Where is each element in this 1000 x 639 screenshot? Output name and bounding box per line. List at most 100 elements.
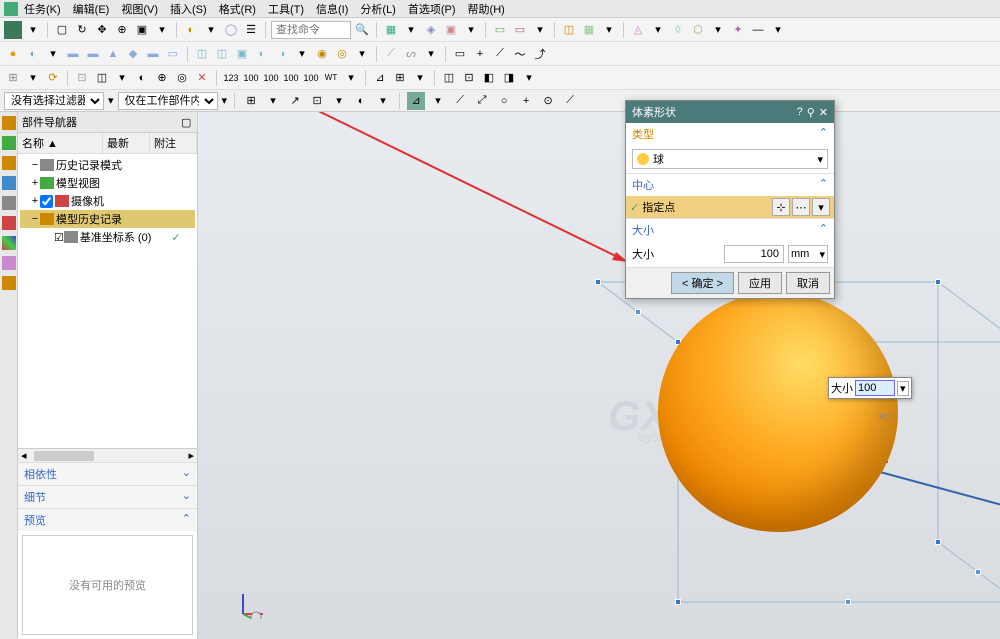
menu-prefs[interactable]: 首选项(P) (402, 1, 462, 17)
block-icon[interactable]: ▬ (64, 45, 82, 63)
menu-insert[interactable]: 插入(S) (164, 1, 213, 17)
tb-icon[interactable]: ⤢ (473, 92, 491, 110)
type-dropdown[interactable]: 球 ▾ (632, 149, 828, 169)
tb-icon[interactable]: ⊿ (407, 92, 425, 110)
tb-icon[interactable]: ◫ (93, 69, 111, 87)
tb-icon[interactable]: ▾ (600, 21, 618, 39)
sphere-icon[interactable]: ● (4, 45, 22, 63)
tree-toggle[interactable]: − (30, 159, 40, 171)
tb-icon[interactable]: ◧ (480, 69, 498, 87)
menu-tools[interactable]: 工具(T) (262, 1, 310, 17)
tb-icon[interactable]: + (471, 45, 489, 63)
tb-icon[interactable]: ▾ (411, 69, 429, 87)
rail-icon[interactable] (2, 216, 16, 230)
scope-dropdown[interactable]: 仅在工作部件内 (118, 92, 218, 110)
cancel-button[interactable]: 取消 (786, 272, 830, 294)
tb-icon[interactable]: ☰ (242, 21, 260, 39)
col-latest[interactable]: 最新 (103, 133, 150, 153)
tb-icon[interactable]: ▬ (144, 45, 162, 63)
tree-toggle[interactable]: + (30, 195, 40, 207)
tb-icon[interactable]: ⊿ (371, 69, 389, 87)
tb-icon[interactable]: ◐ (24, 45, 42, 63)
tb-icon[interactable]: 123 (222, 69, 240, 87)
tb-icon[interactable]: ▾ (264, 92, 282, 110)
tb-icon[interactable]: — (749, 21, 767, 39)
tb-icon[interactable]: WT (322, 69, 340, 87)
sphere-body[interactable] (658, 292, 898, 532)
rail-icon[interactable] (2, 176, 16, 190)
point-dialog-button[interactable]: ⋯ (792, 198, 810, 216)
tb-icon[interactable]: ⊡ (308, 92, 326, 110)
tb-icon[interactable]: ▾ (202, 21, 220, 39)
tb-icon[interactable]: ▾ (531, 21, 549, 39)
bbox-mid-handle[interactable] (635, 309, 641, 315)
tb-icon[interactable]: ◐ (352, 92, 370, 110)
dialog-fix-icon[interactable]: ⚲ (807, 106, 815, 119)
tb-icon[interactable]: ✕ (193, 69, 211, 87)
tb-icon[interactable]: ▾ (709, 21, 727, 39)
tb-icon[interactable]: ◑ (273, 45, 291, 63)
tb-icon[interactable]: ▾ (374, 92, 392, 110)
point-method-button[interactable]: ⊹ (772, 198, 790, 216)
tb-icon[interactable]: ◉ (313, 45, 331, 63)
tree-toggle[interactable]: + (30, 177, 40, 189)
tb-icon[interactable]: ◫ (193, 45, 211, 63)
cylinder-icon[interactable]: ▬ (84, 45, 102, 63)
viewport[interactable]: GX / 网 system.com (198, 112, 1000, 639)
size-input[interactable] (724, 245, 784, 263)
tb-icon[interactable]: ◬ (629, 21, 647, 39)
bbox-handle[interactable] (595, 279, 601, 285)
rail-icon[interactable] (2, 276, 16, 290)
tb-icon[interactable]: ▾ (153, 21, 171, 39)
section-header-size[interactable]: 大小 ⌃ (626, 219, 834, 241)
menu-view[interactable]: 视图(V) (115, 1, 164, 17)
tb-icon[interactable]: ⤴ (531, 45, 549, 63)
tree-item-history-mode[interactable]: − 历史记录模式 (20, 156, 195, 174)
dialog-help-icon[interactable]: ? (797, 106, 803, 119)
scroll-thumb[interactable] (34, 451, 94, 461)
tb-icon[interactable]: ▾ (422, 45, 440, 63)
tb-icon[interactable]: ⟋ (382, 45, 400, 63)
tb-icon[interactable]: ⬡ (689, 21, 707, 39)
tb-icon[interactable]: ▾ (342, 69, 360, 87)
bbox-mid-handle[interactable] (975, 569, 981, 575)
bbox-handle[interactable] (935, 279, 941, 285)
tb-icon[interactable]: ⊞ (4, 69, 22, 87)
cone-icon[interactable]: ▲ (104, 45, 122, 63)
tb-icon[interactable]: ᔕ (402, 45, 420, 63)
tb-icon[interactable]: ▦ (382, 21, 400, 39)
menu-format[interactable]: 格式(R) (213, 1, 262, 17)
horizontal-scrollbar[interactable]: ◂ ▸ (18, 448, 197, 462)
tb-icon[interactable]: ◫ (213, 45, 231, 63)
tb-icon[interactable]: ◎ (173, 69, 191, 87)
inline-dropdown-icon[interactable]: ▾ (897, 381, 909, 396)
tb-icon[interactable]: ⊕ (153, 69, 171, 87)
tree-item-model-view[interactable]: + 模型视图 (20, 174, 195, 192)
tb-icon[interactable]: ⊞ (242, 92, 260, 110)
section-header-dependency[interactable]: 相依性 ⌄ (18, 463, 197, 485)
col-attach[interactable]: 附注 (150, 133, 197, 153)
tb-icon[interactable]: ◊ (669, 21, 687, 39)
tb-icon[interactable]: ⟳ (44, 69, 62, 87)
inline-size-input[interactable] (855, 380, 895, 396)
tb-icon[interactable]: 〜 (511, 45, 529, 63)
tb-icon[interactable]: ▣ (233, 45, 251, 63)
dialog-titlebar[interactable]: 体素形状 ? ⚲ ✕ (626, 101, 834, 123)
tb-icon[interactable]: ▾ (649, 21, 667, 39)
tb-icon[interactable]: ◐ (133, 69, 151, 87)
rail-icon[interactable] (2, 136, 16, 150)
tb-icon[interactable]: 100 (242, 69, 260, 87)
tb-home-icon[interactable] (4, 21, 22, 39)
tb-icon[interactable]: ◎ (333, 45, 351, 63)
section-header-detail[interactable]: 细节 ⌄ (18, 486, 197, 508)
tb-icon[interactable]: ○ (495, 92, 513, 110)
tb-icon[interactable]: ▾ (402, 21, 420, 39)
tb-icon[interactable]: ◫ (560, 21, 578, 39)
tb-icon[interactable]: + (517, 92, 535, 110)
tb-icon[interactable]: ▾ (353, 45, 371, 63)
unit-dropdown[interactable]: mm ▾ (788, 245, 828, 263)
tb-icon[interactable]: ▾ (429, 92, 447, 110)
tb-icon[interactable]: ⟋ (561, 92, 579, 110)
rail-icon[interactable] (2, 156, 16, 170)
tb-icon[interactable]: ▾ (24, 69, 42, 87)
